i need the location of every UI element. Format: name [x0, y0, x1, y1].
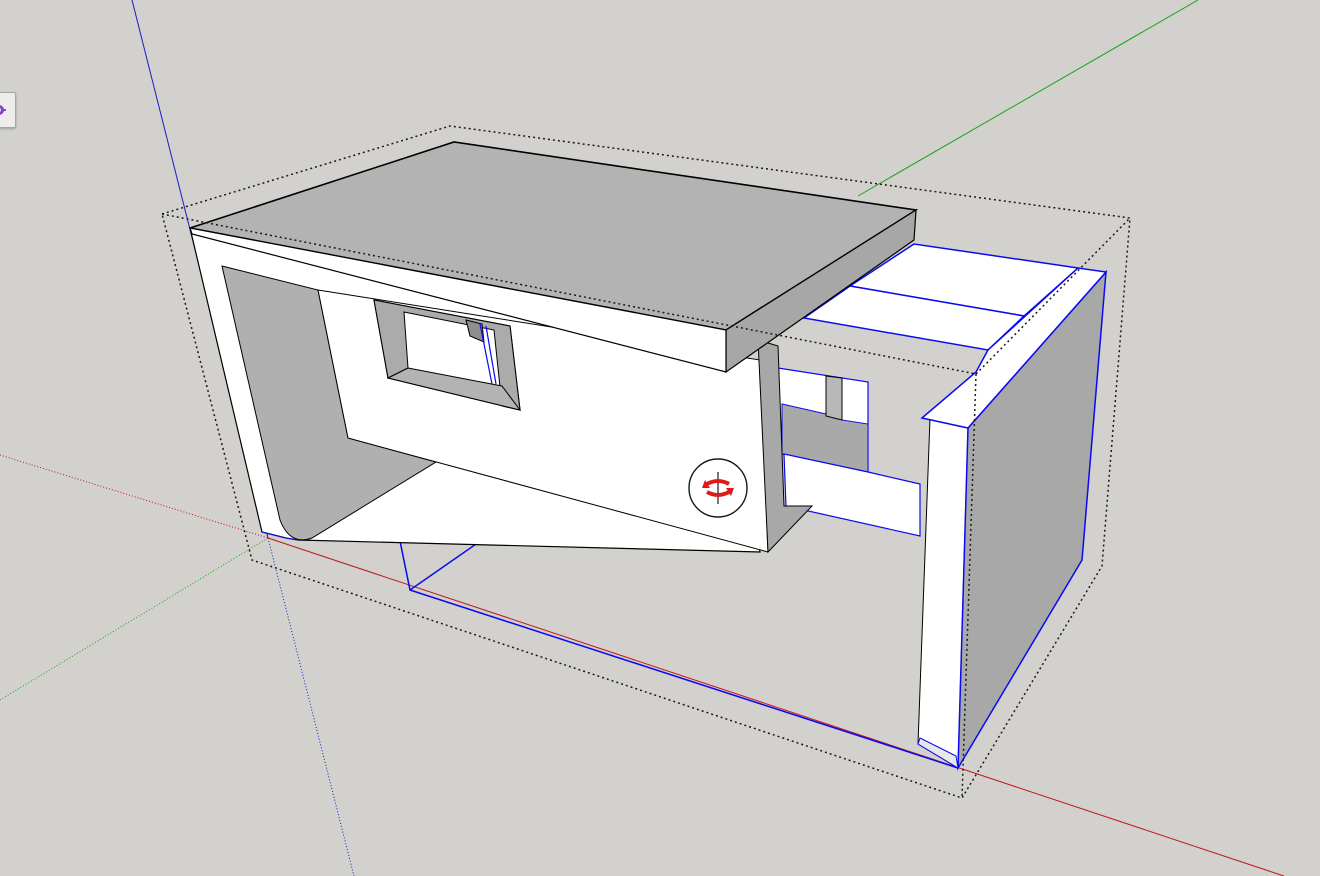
model-viewport[interactable]	[0, 0, 1320, 876]
gear-tray-button[interactable]	[0, 92, 16, 128]
green-axis-solid	[857, 0, 1199, 197]
orbit-cursor-icon	[688, 458, 748, 518]
green-axis-dotted	[0, 537, 269, 701]
purple-gear-icon	[0, 105, 6, 115]
blue-axis-dotted	[267, 537, 355, 876]
scene-canvas[interactable]	[0, 0, 1320, 876]
red-axis-solid	[267, 537, 1285, 876]
